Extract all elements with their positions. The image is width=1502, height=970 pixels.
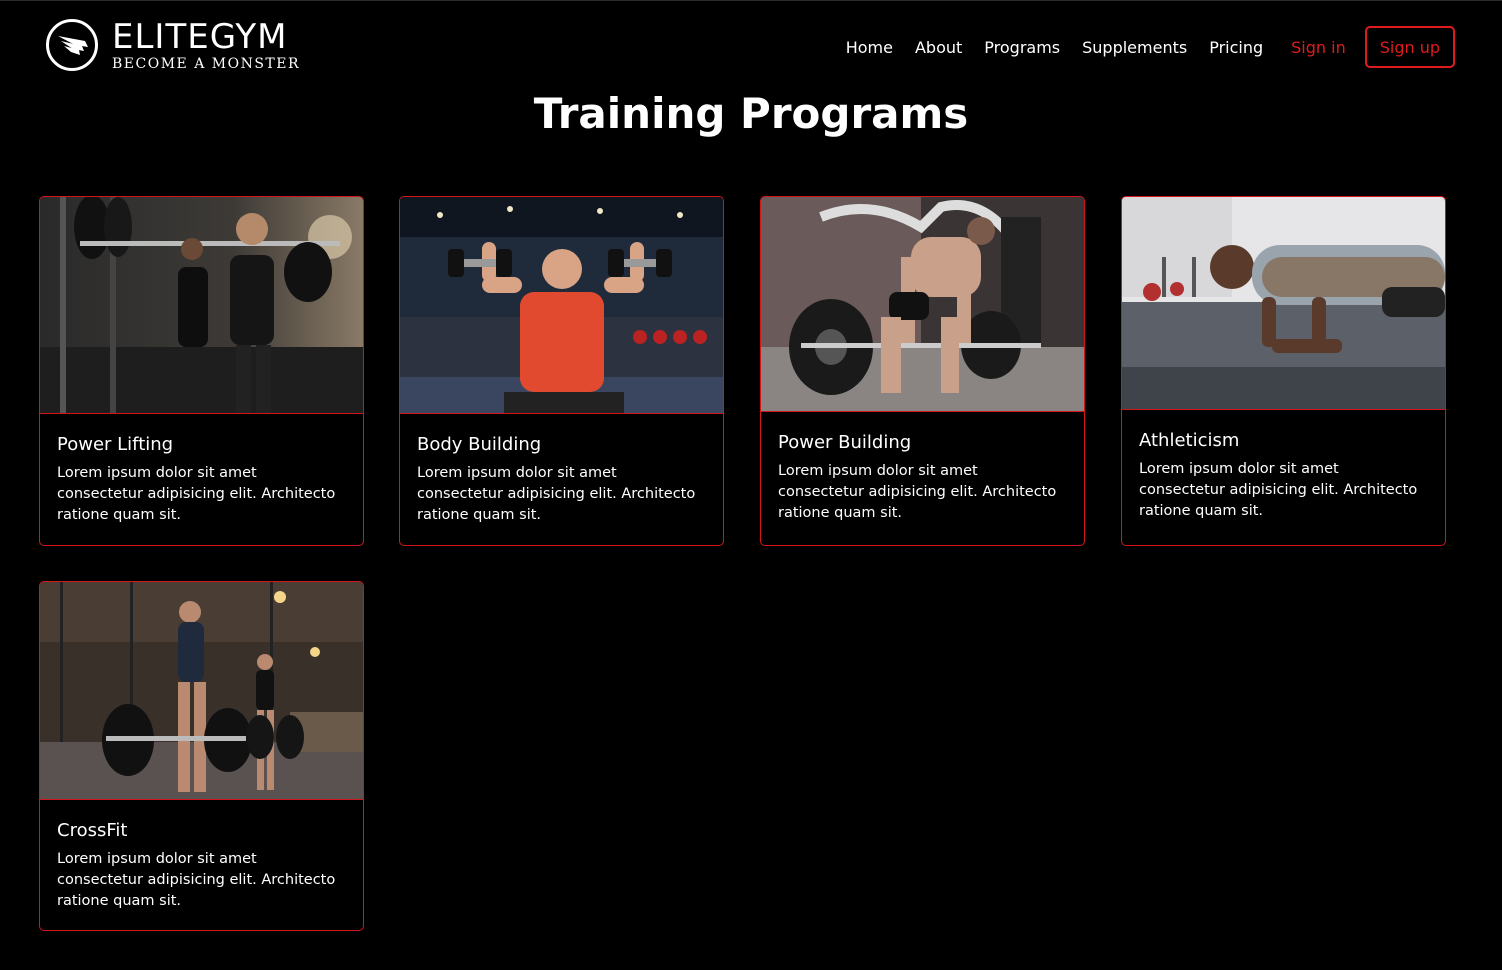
program-card-athleticism[interactable]: Athleticism Lorem ipsum dolor sit amet c… — [1121, 196, 1446, 546]
crossfit-image — [40, 582, 363, 800]
card-title: Power Lifting — [57, 434, 174, 455]
sign-up-button[interactable]: Sign up — [1364, 26, 1455, 68]
page: ELITEGYM BECOME A MONSTER Home About Pro… — [0, 0, 1502, 970]
program-card-crossfit[interactable]: CrossFit Lorem ipsum dolor sit amet cons… — [39, 581, 364, 931]
nav-supplements[interactable]: Supplements — [1082, 38, 1187, 57]
card-description: Lorem ipsum dolor sit amet consectetur a… — [1139, 461, 1418, 519]
nav-pricing[interactable]: Pricing — [1209, 38, 1263, 57]
program-card-body-building[interactable]: Body Building Lorem ipsum dolor sit amet… — [399, 196, 724, 546]
power-lifting-image — [40, 197, 363, 414]
program-card-power-building[interactable]: Power Building Lorem ipsum dolor sit ame… — [760, 196, 1085, 546]
card-title: Body Building — [417, 434, 542, 455]
main-nav: Home About Programs Supplements Pricing … — [824, 24, 1455, 70]
brand-tagline: BECOME A MONSTER — [112, 55, 301, 72]
wing-icon — [46, 19, 98, 71]
power-building-image — [761, 197, 1084, 412]
card-description: Lorem ipsum dolor sit amet consectetur a… — [57, 465, 336, 523]
body-building-image — [400, 197, 723, 414]
card-title: Power Building — [778, 432, 912, 453]
card-title: CrossFit — [57, 820, 128, 841]
program-card-power-lifting[interactable]: Power Lifting Lorem ipsum dolor sit amet… — [39, 196, 364, 546]
card-description: Lorem ipsum dolor sit amet consectetur a… — [417, 465, 696, 523]
page-title: Training Programs — [533, 89, 969, 138]
card-description: Lorem ipsum dolor sit amet consectetur a… — [57, 851, 336, 909]
nav-programs[interactable]: Programs — [984, 38, 1060, 57]
card-title: Athleticism — [1139, 430, 1240, 451]
card-description: Lorem ipsum dolor sit amet consectetur a… — [778, 463, 1057, 521]
nav-about[interactable]: About — [915, 38, 962, 57]
sign-in-link[interactable]: Sign in — [1291, 38, 1346, 57]
brand-name: ELITEGYM — [112, 16, 288, 57]
nav-home[interactable]: Home — [846, 38, 893, 57]
athleticism-image — [1122, 197, 1445, 410]
logo[interactable]: ELITEGYM BECOME A MONSTER — [46, 19, 300, 71]
